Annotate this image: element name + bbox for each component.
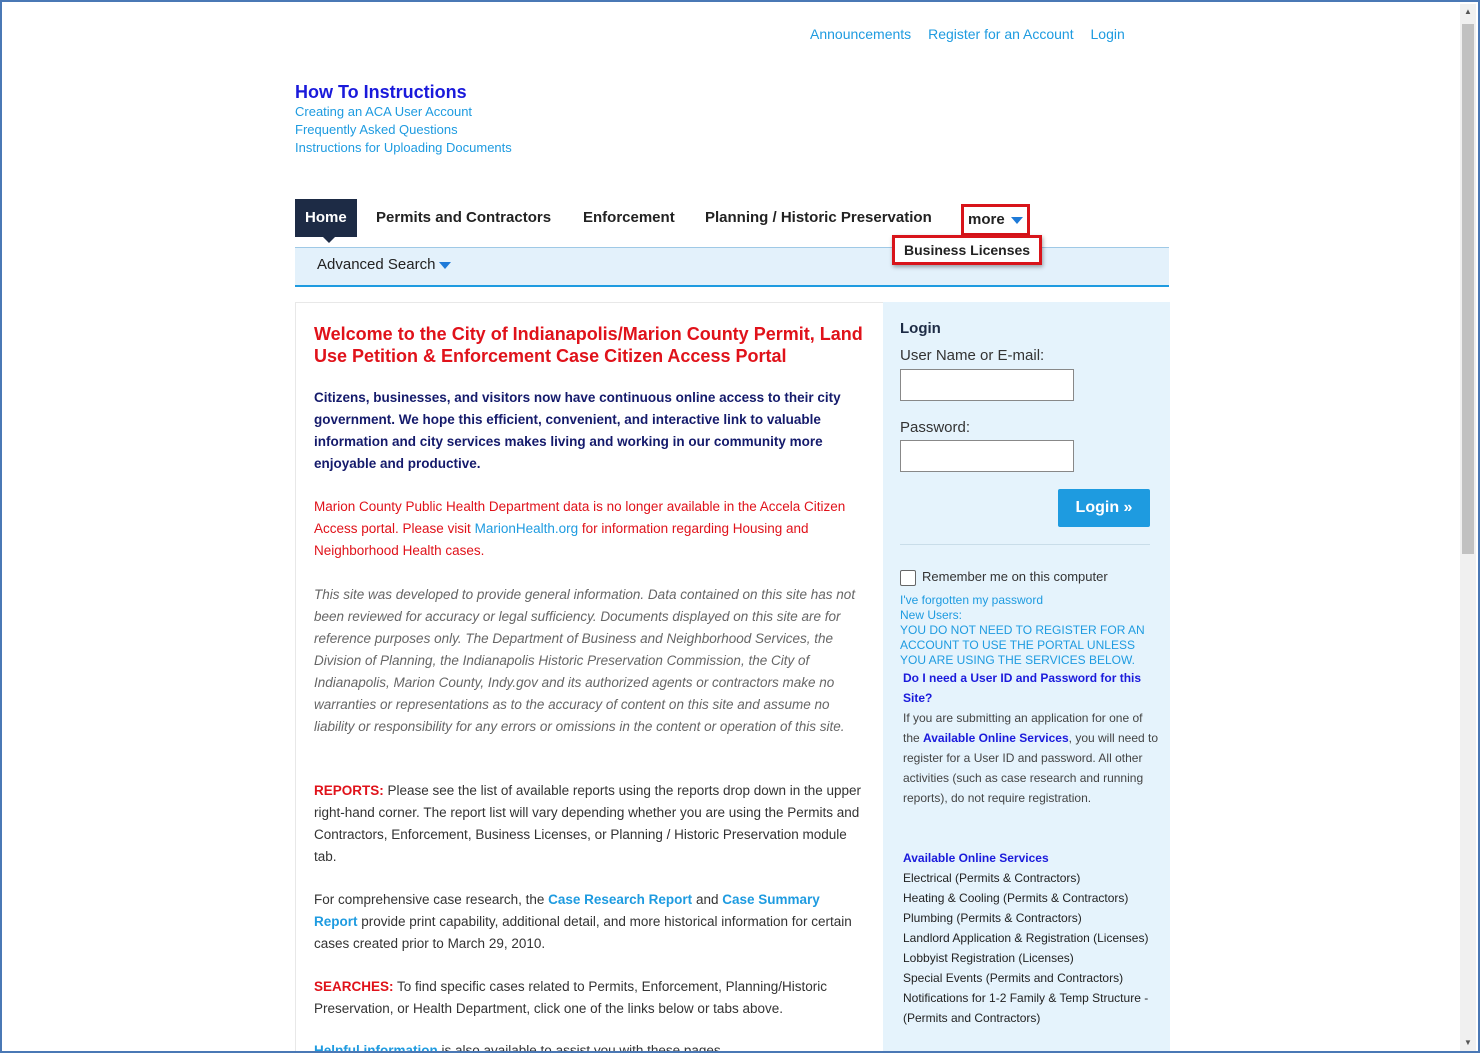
service-item[interactable]: Heating & Cooling (Permits & Contractors… — [903, 888, 1163, 908]
more-dropdown-item-business-licenses[interactable]: Business Licenses — [892, 235, 1043, 265]
chevron-down-icon — [439, 261, 452, 269]
helpful-paragraph: Helpful information is also available to… — [314, 1040, 866, 1053]
howto-link-upload[interactable]: Instructions for Uploading Documents — [295, 139, 512, 157]
username-input[interactable] — [900, 369, 1074, 401]
advanced-search-label: Advanced Search — [317, 256, 436, 273]
scroll-down-arrow-icon[interactable]: ▼ — [1460, 1035, 1476, 1051]
searches-paragraph: SEARCHES: To find specific cases related… — [314, 976, 866, 1020]
research-and: and — [692, 892, 723, 907]
login-panel: Login User Name or E-mail: Password: Log… — [883, 302, 1170, 1051]
vertical-scrollbar[interactable]: ▲ ▼ — [1460, 4, 1476, 1051]
service-item[interactable]: Plumbing (Permits & Contractors) — [903, 908, 1163, 928]
how-to-section: How To Instructions Creating an ACA User… — [295, 82, 512, 157]
research-paragraph: For comprehensive case research, the Cas… — [314, 889, 866, 955]
scroll-up-arrow-icon[interactable]: ▲ — [1460, 4, 1476, 20]
register-notice: YOU DO NOT NEED TO REGISTER FOR AN ACCOU… — [900, 623, 1145, 667]
tab-more-label: more — [968, 211, 1005, 228]
browser-frame: Announcements Register for an Account Lo… — [0, 0, 1480, 1053]
top-links: Announcements Register for an Account Lo… — [810, 26, 1138, 42]
searches-label: SEARCHES: — [314, 979, 394, 994]
service-item[interactable]: Special Events (Permits and Contractors) — [903, 968, 1163, 988]
intro-paragraph: Citizens, businesses, and visitors now h… — [314, 390, 841, 471]
available-services-link[interactable]: Available Online Services — [923, 731, 1069, 745]
forgot-password-link[interactable]: I've forgotten my password — [900, 593, 1160, 608]
chevron-down-icon — [1010, 216, 1023, 224]
reports-text: Please see the list of available reports… — [314, 783, 862, 864]
tab-home[interactable]: Home — [295, 199, 357, 243]
service-item[interactable]: Lobbyist Registration (Licenses) — [903, 948, 1163, 968]
howto-link-account[interactable]: Creating an ACA User Account — [295, 103, 512, 121]
login-button[interactable]: Login » — [1058, 489, 1150, 527]
divider — [900, 544, 1150, 545]
announcements-link[interactable]: Announcements — [810, 26, 911, 42]
username-label: User Name or E-mail: — [900, 347, 1045, 364]
tab-enforcement[interactable]: Enforcement — [573, 199, 685, 237]
welcome-heading: Welcome to the City of Indianapolis/Mari… — [314, 324, 863, 366]
reports-label: REPORTS: — [314, 783, 384, 798]
services-title[interactable]: Available Online Services — [903, 848, 1163, 868]
remember-checkbox[interactable] — [900, 570, 916, 586]
service-item[interactable]: Electrical (Permits & Contractors) — [903, 868, 1163, 888]
helpful-information-link[interactable]: Helpful information — [314, 1043, 438, 1051]
marionhealth-link[interactable]: MarionHealth.org — [475, 521, 579, 536]
disclaimer-paragraph: This site was developed to provide gener… — [314, 587, 856, 734]
password-input[interactable] — [900, 440, 1074, 472]
new-users-label: New Users: — [900, 608, 963, 622]
user-id-answer: If you are submitting an application for… — [903, 708, 1159, 808]
helpful-text: is also available to assist you with the… — [437, 1043, 725, 1053]
reports-paragraph: REPORTS: Please see the list of availabl… — [314, 780, 866, 868]
register-link[interactable]: Register for an Account — [928, 26, 1074, 42]
tab-planning[interactable]: Planning / Historic Preservation — [695, 199, 942, 237]
login-link[interactable]: Login — [1091, 26, 1125, 42]
how-to-title[interactable]: How To Instructions — [295, 82, 512, 103]
research-text-a: For comprehensive case research, the — [314, 892, 549, 907]
research-text-b: provide print capability, additional det… — [314, 914, 852, 951]
login-title: Login — [900, 320, 941, 337]
user-id-question-link[interactable]: Do I need a User ID and Password for thi… — [903, 668, 1158, 708]
tab-more[interactable]: more — [961, 204, 1030, 236]
scroll-thumb[interactable] — [1462, 24, 1474, 554]
main-content: Welcome to the City of Indianapolis/Mari… — [295, 302, 884, 1053]
tab-permits[interactable]: Permits and Contractors — [366, 199, 561, 237]
service-item[interactable]: Landlord Application & Registration (Lic… — [903, 928, 1163, 948]
health-notice: Marion County Public Health Department d… — [314, 496, 866, 562]
remember-label: Remember me on this computer — [922, 569, 1108, 584]
password-label: Password: — [900, 419, 971, 436]
service-item[interactable]: Notifications for 1-2 Family & Temp Stru… — [903, 988, 1163, 1028]
case-research-report-link[interactable]: Case Research Report — [548, 892, 692, 907]
advanced-search-menu[interactable]: Advanced Search — [317, 256, 452, 273]
services-list: Available Online Services Electrical (Pe… — [903, 848, 1163, 1028]
howto-link-faq[interactable]: Frequently Asked Questions — [295, 121, 512, 139]
